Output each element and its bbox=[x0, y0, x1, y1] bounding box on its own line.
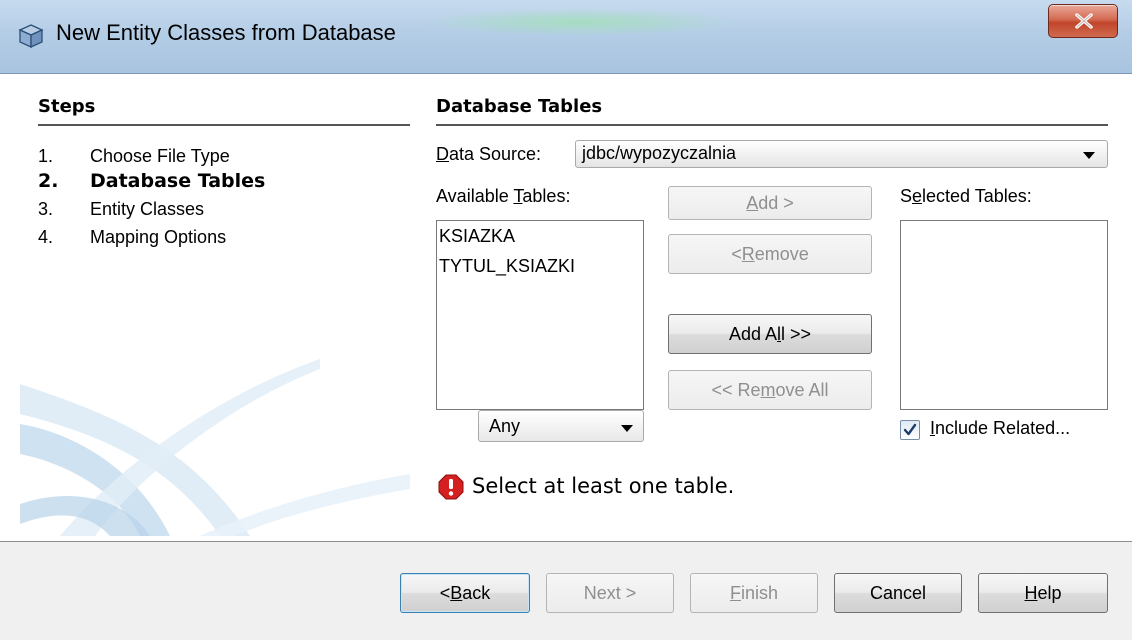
remove-all-button[interactable]: << Remove All bbox=[668, 370, 872, 410]
remove-button[interactable]: < Remove bbox=[668, 234, 872, 274]
step-number: 2. bbox=[38, 170, 59, 192]
close-button[interactable] bbox=[1048, 4, 1118, 38]
dropdown-arrow-icon bbox=[621, 425, 633, 432]
data-source-combo[interactable]: jdbc/wypozyczalnia bbox=[575, 140, 1108, 168]
checkmark-icon bbox=[903, 423, 917, 436]
window-title: New Entity Classes from Database bbox=[56, 20, 396, 45]
step-mapping-options: 4. Mapping Options bbox=[38, 227, 226, 248]
next-button[interactable]: Next > bbox=[546, 573, 674, 613]
steps-title: Steps bbox=[38, 96, 96, 117]
filter-value: Any bbox=[489, 416, 521, 436]
step-number: 4. bbox=[38, 227, 54, 247]
list-item[interactable]: KSIAZKA bbox=[437, 221, 643, 251]
section-divider bbox=[436, 124, 1108, 126]
filter-combo[interactable]: Any bbox=[478, 410, 644, 442]
section-title: Database Tables bbox=[436, 96, 603, 117]
step-label: Entity Classes bbox=[90, 199, 205, 219]
data-source-value: jdbc/wypozyczalnia bbox=[582, 143, 737, 163]
button-bar: < Back Next > Finish Cancel Help bbox=[0, 541, 1132, 640]
available-tables-list[interactable]: KSIAZKA TYTUL_KSIAZKI bbox=[436, 220, 644, 410]
step-number: 3. bbox=[38, 199, 54, 219]
step-number: 1. bbox=[38, 146, 54, 166]
close-icon bbox=[1075, 13, 1093, 29]
step-entity-classes: 3. Entity Classes bbox=[38, 199, 204, 220]
dialog-body: Steps 1. Choose File Type 2. Database Tabl… bbox=[0, 74, 1132, 541]
steps-divider bbox=[38, 124, 410, 126]
titlebar-glow bbox=[420, 8, 740, 36]
add-button[interactable]: Add > bbox=[668, 186, 872, 220]
error-icon bbox=[438, 474, 464, 500]
step-label: Choose File Type bbox=[90, 146, 230, 166]
content-panel: Database Tables Data Source: jdbc/wypozy… bbox=[436, 84, 1112, 536]
title-bar[interactable]: New Entity Classes from Database bbox=[0, 0, 1132, 74]
include-related-label[interactable]: Include Related... bbox=[930, 418, 1070, 439]
finish-button[interactable]: Finish bbox=[690, 573, 818, 613]
cancel-button[interactable]: Cancel bbox=[834, 573, 962, 613]
selected-tables-list[interactable] bbox=[900, 220, 1108, 410]
error-message: Select at least one table. bbox=[472, 474, 735, 498]
steps-panel: Steps 1. Choose File Type 2. Database Tabl… bbox=[20, 84, 410, 536]
list-item[interactable]: TYTUL_KSIAZKI bbox=[437, 251, 643, 281]
step-label: Database Tables bbox=[90, 170, 266, 192]
step-database-tables: 2. Database Tables bbox=[38, 170, 265, 192]
step-label: Mapping Options bbox=[90, 227, 227, 247]
back-button[interactable]: < Back bbox=[400, 573, 530, 613]
available-tables-label: Available Tables: bbox=[436, 186, 571, 206]
include-related-checkbox[interactable] bbox=[900, 420, 920, 440]
add-all-button[interactable]: Add All >> bbox=[668, 314, 872, 354]
cube-icon bbox=[18, 24, 44, 49]
data-source-label: Data Source: bbox=[436, 144, 542, 164]
help-button[interactable]: Help bbox=[978, 573, 1108, 613]
step-choose-file-type: 1. Choose File Type bbox=[38, 146, 230, 167]
dropdown-arrow-icon bbox=[1083, 152, 1095, 159]
selected-tables-label: Selected Tables: bbox=[900, 186, 1032, 206]
